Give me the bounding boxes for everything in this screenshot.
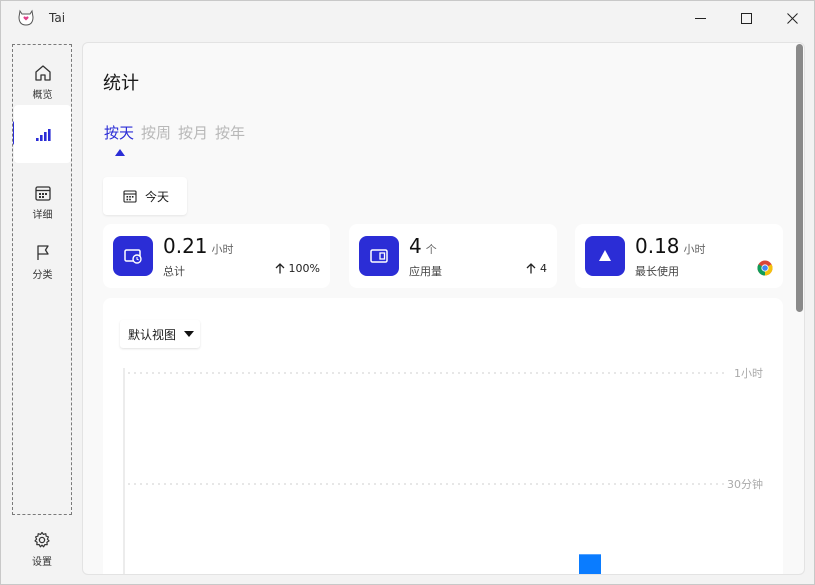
chrome-icon[interactable] xyxy=(757,260,773,276)
stat-card-app-count: 4个 应用量 4 xyxy=(349,224,557,288)
triangle-icon xyxy=(585,236,625,276)
settings-label: 设置 xyxy=(32,556,52,568)
close-icon xyxy=(786,12,798,24)
chart-bar[interactable] xyxy=(579,554,601,575)
minimize-icon xyxy=(694,17,706,19)
period-tabs: 按天 按周 按月 按年 xyxy=(104,122,252,143)
home-icon xyxy=(34,64,51,81)
sidebar-nav: 概览 详细 分类 xyxy=(12,44,72,515)
tab-week[interactable]: 按周 xyxy=(141,122,171,143)
vertical-scrollbar[interactable] xyxy=(796,44,803,312)
tab-year[interactable]: 按年 xyxy=(215,122,245,143)
sidebar-item-settings[interactable]: 设置 xyxy=(12,521,72,577)
stat-value: 4个 xyxy=(409,234,437,258)
chart-panel: 默认视图 1小时 30分钟 xyxy=(103,298,783,575)
close-button[interactable] xyxy=(769,1,815,35)
calendar-icon xyxy=(34,185,51,201)
window-title: Tai xyxy=(49,11,66,25)
stat-label: 应用量 xyxy=(409,265,442,278)
sidebar-item-statistics[interactable] xyxy=(14,105,71,163)
minimize-button[interactable] xyxy=(677,1,723,35)
bar-chart-icon xyxy=(35,129,51,141)
stat-trend: 4 xyxy=(526,262,547,275)
stat-trend: 100% xyxy=(275,262,320,275)
stat-value: 0.21 小时 xyxy=(163,234,234,258)
clock-screen-icon xyxy=(113,236,153,276)
stat-label: 最长使用 xyxy=(635,265,679,278)
sidebar-item-detail[interactable]: 详细 xyxy=(14,173,71,231)
maximize-icon xyxy=(740,12,752,24)
active-tab-indicator xyxy=(115,149,125,156)
tab-day[interactable]: 按天 xyxy=(104,122,134,143)
title-bar[interactable]: Tai xyxy=(1,1,814,37)
stat-value: 0.18 小时 xyxy=(635,234,706,258)
stat-label: 总计 xyxy=(163,265,185,278)
stat-unit: 小时 xyxy=(211,243,234,256)
main-content: 统计 按天 按周 按月 按年 今天 0.21 小时 总计 100% 4 个 应用… xyxy=(82,42,805,575)
y-tick-label: 1小时 xyxy=(734,367,763,380)
maximize-button[interactable] xyxy=(723,1,769,35)
arrow-up-icon xyxy=(526,263,536,274)
date-button-label: 今天 xyxy=(145,189,170,204)
app-window: Tai 概览 详细 分类 设置 统计 按天 按周 按月 按年 今天 0.21 小… xyxy=(0,0,815,585)
stat-unit: 小时 xyxy=(683,243,706,256)
tab-month[interactable]: 按月 xyxy=(178,122,208,143)
page-title: 统计 xyxy=(103,73,139,94)
sidebar-item-label: 详细 xyxy=(32,209,53,221)
stat-card-longest-use: 0.18 小时 最长使用 xyxy=(575,224,783,288)
arrow-up-icon xyxy=(275,263,285,274)
sidebar-item-label: 概览 xyxy=(32,89,53,101)
stat-unit: 个 xyxy=(425,243,437,256)
sidebar-item-label: 分类 xyxy=(32,269,53,281)
app-window-icon xyxy=(359,236,399,276)
app-logo-icon xyxy=(18,9,34,26)
y-tick-label: 30分钟 xyxy=(727,477,763,491)
sidebar-item-overview[interactable]: 概览 xyxy=(14,53,71,111)
stat-card-total: 0.21 小时 总计 100% xyxy=(103,224,330,288)
date-picker-button[interactable]: 今天 xyxy=(103,177,187,215)
sidebar-item-category[interactable]: 分类 xyxy=(14,233,71,291)
flag-icon xyxy=(36,244,49,260)
gear-icon xyxy=(34,531,50,547)
usage-chart: 1小时 30分钟 xyxy=(123,367,763,575)
calendar-icon xyxy=(123,190,137,203)
